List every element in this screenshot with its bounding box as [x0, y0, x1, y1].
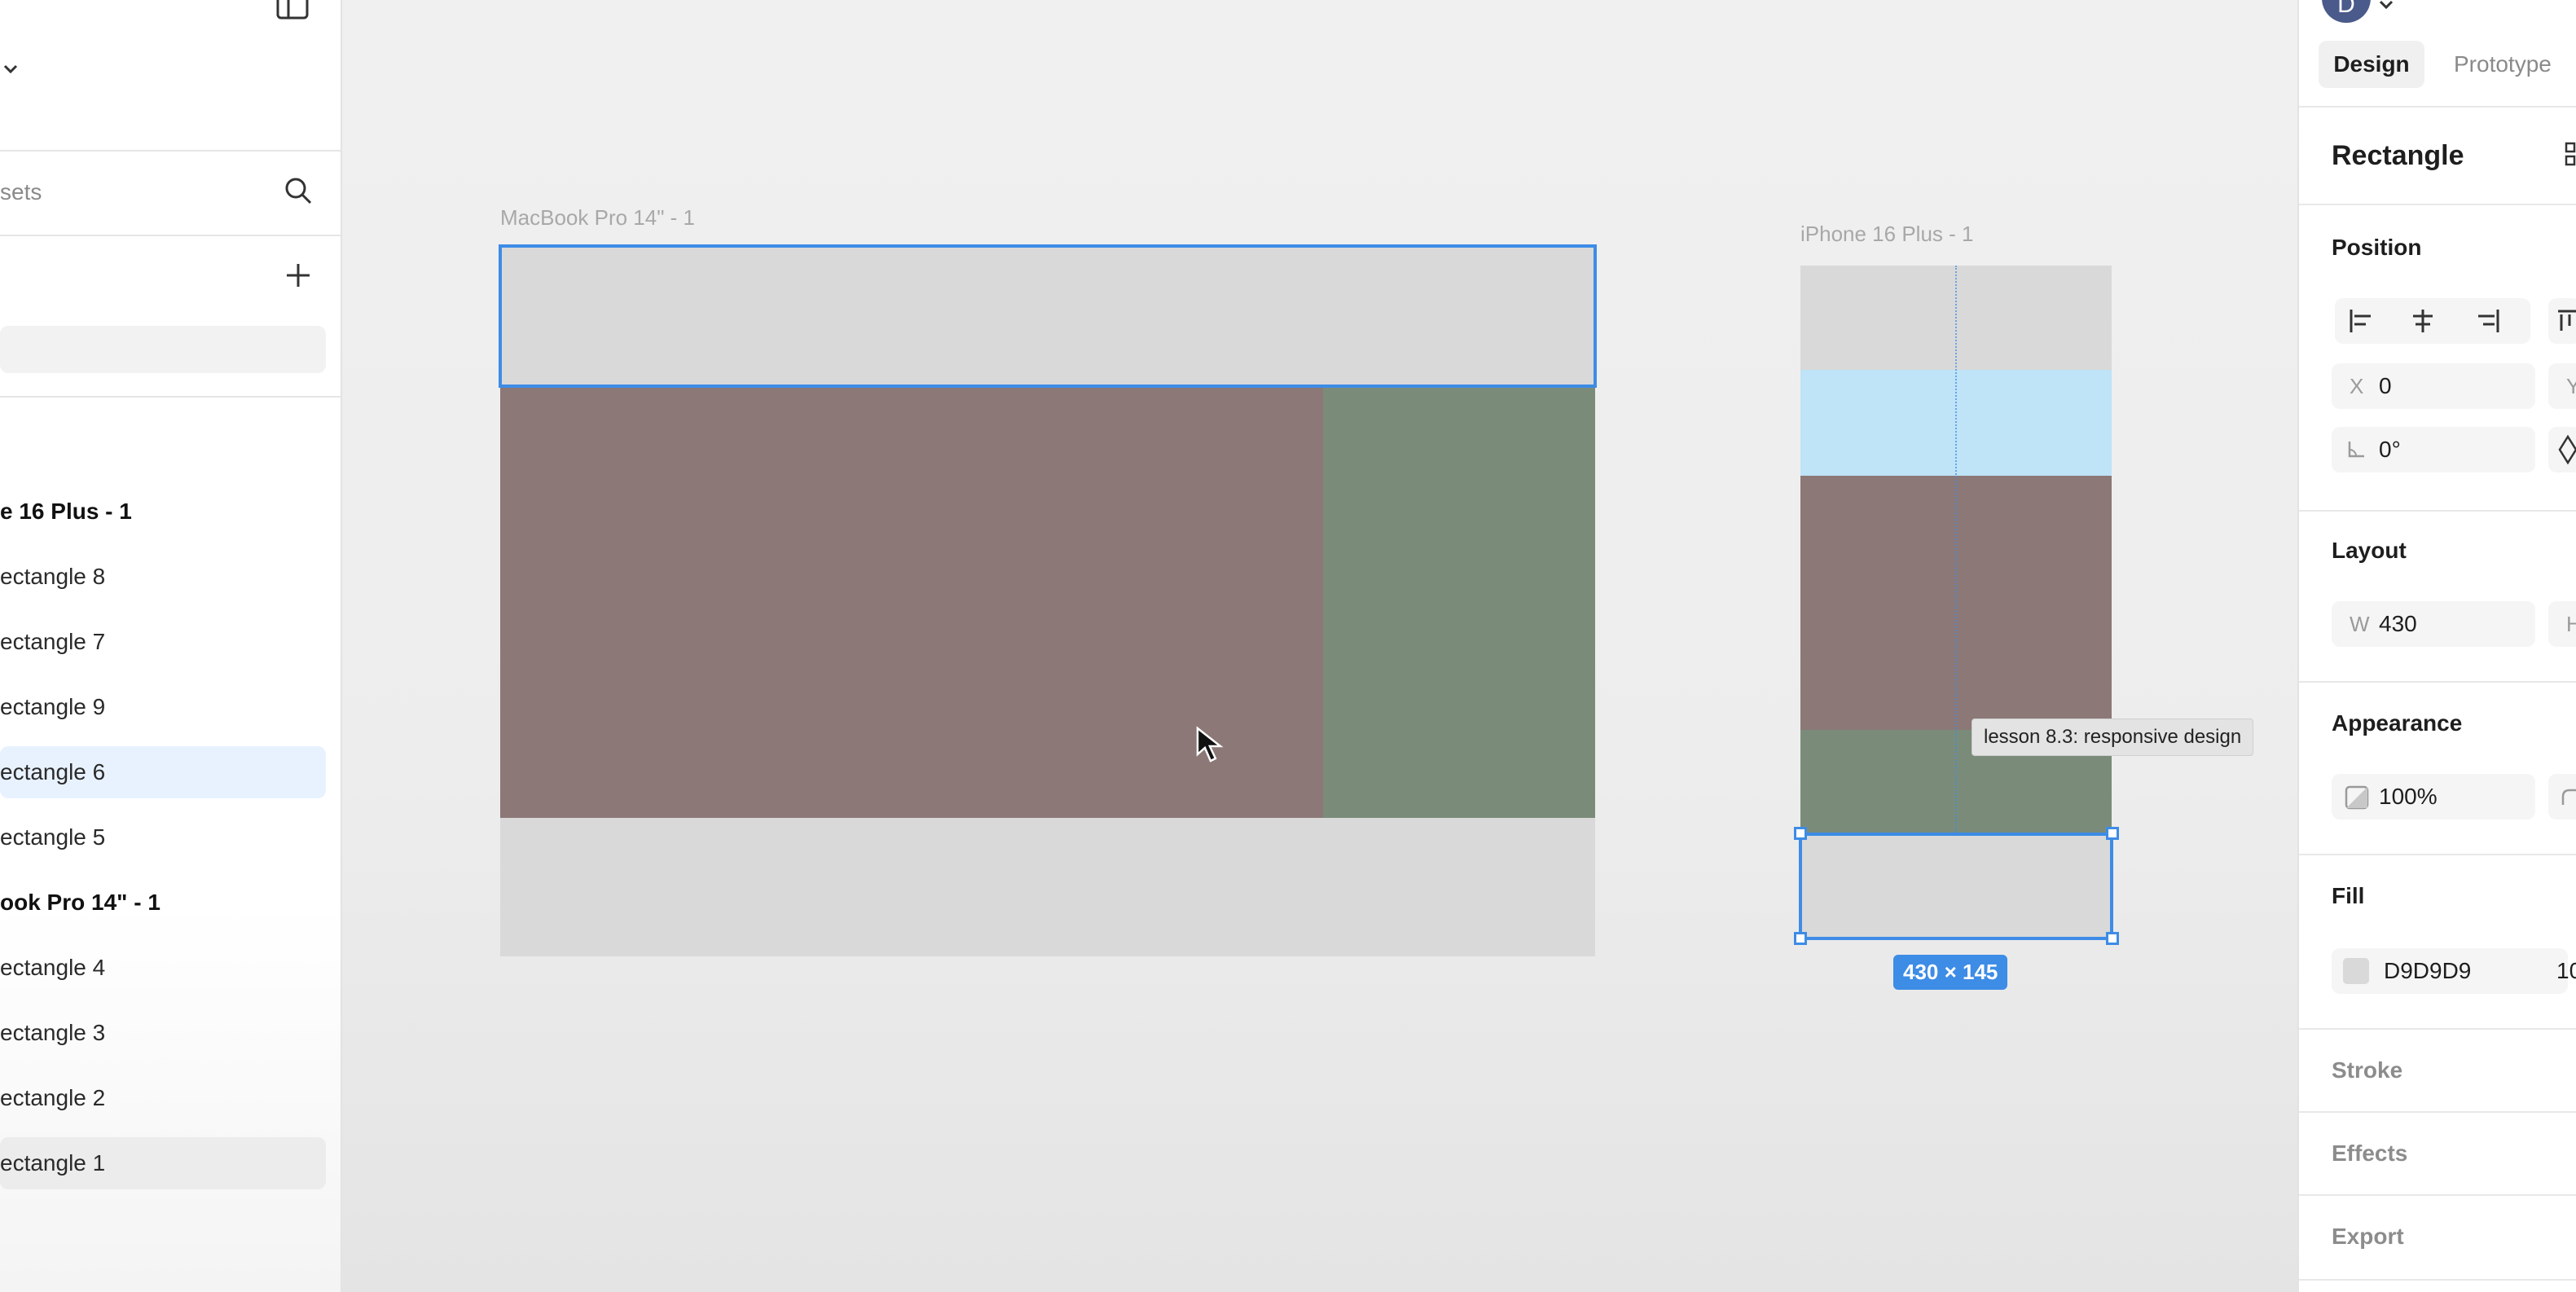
sidebar-divider [0, 396, 341, 398]
alignment-controls[interactable] [2335, 298, 2530, 344]
layer-label: ectangle 8 [0, 564, 106, 589]
y-label: Y [2566, 363, 2576, 409]
panel-divider [2299, 510, 2576, 512]
macbook-frame-label[interactable]: MacBook Pro 14" - 1 [500, 205, 695, 231]
layer-label: ectangle 4 [0, 955, 106, 980]
plus-icon[interactable] [284, 261, 313, 290]
selection-outline[interactable] [1799, 833, 2113, 940]
layer-macbook-frame[interactable]: ook Pro 14" - 1 [0, 877, 326, 929]
flip-icon[interactable] [2548, 427, 2576, 472]
panel-divider [2299, 681, 2576, 683]
resize-handle-top-right[interactable] [2106, 827, 2119, 840]
selection-size-badge: 430 × 145 [1893, 955, 2008, 990]
chevron-down-icon[interactable] [2377, 0, 2395, 13]
macbook-sidebar-rect[interactable] [1323, 386, 1595, 818]
layer-rectangle-8[interactable]: ectangle 8 [0, 551, 326, 603]
layer-rectangle-4[interactable]: ectangle 4 [0, 942, 326, 994]
layer-rectangle-5[interactable]: ectangle 5 [0, 811, 326, 864]
layer-rectangle-9[interactable]: ectangle 9 [0, 681, 326, 733]
rotation-value: 0° [2379, 437, 2401, 462]
layer-label: ectangle 3 [0, 1020, 106, 1045]
w-value: 430 [2379, 611, 2417, 636]
layer-label: ectangle 7 [0, 629, 106, 654]
component-icon[interactable] [2563, 138, 2576, 171]
chevron-down-icon[interactable] [2, 62, 20, 77]
corner-radius-icon [2561, 789, 2576, 805]
rotation-field[interactable]: 0° [2332, 427, 2535, 472]
panel-divider [2299, 1111, 2576, 1113]
panel-divider [2299, 1194, 2576, 1196]
panel-divider [2299, 1279, 2576, 1281]
design-canvas[interactable]: MacBook Pro 14" - 1 iPhone 16 Plus - 1 4… [342, 0, 2297, 1292]
fill-swatch[interactable] [2343, 958, 2369, 984]
layer-label: ectangle 9 [0, 694, 106, 719]
align-top-icon[interactable] [2548, 298, 2576, 344]
assets-search-label[interactable]: sets [0, 179, 42, 205]
panel-divider [2299, 1028, 2576, 1030]
mouse-cursor-icon [1196, 726, 1224, 762]
fill-hex: D9D9D9 [2384, 958, 2472, 983]
fill-opacity: 10 [2556, 958, 2576, 983]
effects-section[interactable]: Effects [2332, 1140, 2407, 1167]
w-label: W [2350, 612, 2370, 636]
stroke-section[interactable]: Stroke [2332, 1057, 2402, 1083]
export-section[interactable]: Export [2332, 1224, 2404, 1250]
user-avatar[interactable]: D [2322, 0, 2371, 23]
center-guide-line [1955, 266, 1957, 833]
sidebar-divider [0, 235, 341, 236]
x-label: X [2350, 374, 2364, 398]
tab-design[interactable]: Design [2319, 41, 2424, 88]
layer-label: ectangle 1 [0, 1150, 106, 1176]
layout-heading: Layout [2332, 538, 2407, 563]
position-heading: Position [2332, 235, 2422, 260]
panel-divider [2299, 204, 2576, 205]
resize-handle-top-left[interactable] [1794, 827, 1807, 840]
layers-sidebar: sets e 16 Plus - 1 ectangle 8 ectangle 7… [0, 0, 342, 1292]
x-value: 0 [2379, 373, 2392, 398]
y-position-field[interactable]: Y [2548, 363, 2576, 409]
iphone-frame-label[interactable]: iPhone 16 Plus - 1 [1800, 222, 1973, 247]
tab-prototype[interactable]: Prototype [2454, 41, 2552, 88]
fill-heading: Fill [2332, 883, 2365, 908]
layer-rectangle-7[interactable]: ectangle 7 [0, 616, 326, 668]
resize-handle-bottom-right[interactable] [2106, 932, 2119, 945]
layer-rectangle-1[interactable]: ectangle 1 [0, 1137, 326, 1189]
macbook-footer-rect[interactable] [500, 818, 1595, 956]
layer-rectangle-6[interactable]: ectangle 6 [0, 746, 326, 798]
h-label: H [2566, 601, 2576, 647]
resize-handle-bottom-left[interactable] [1794, 932, 1807, 945]
properties-panel: D Design Prototype Rectangle Position X … [2297, 0, 2576, 1292]
selected-element-title: Rectangle [2332, 140, 2464, 171]
height-field[interactable]: H [2548, 601, 2576, 647]
layer-label: e 16 Plus - 1 [0, 499, 132, 524]
search-icon[interactable] [282, 174, 314, 207]
rotation-icon [2348, 442, 2364, 458]
appearance-heading: Appearance [2332, 710, 2463, 736]
layer-label: ectangle 2 [0, 1085, 106, 1110]
video-caption-tooltip: lesson 8.3: responsive design [1972, 719, 2254, 756]
hover-outline [499, 244, 1597, 388]
corner-radius-field[interactable] [2548, 774, 2576, 820]
panel-divider [2299, 106, 2576, 108]
x-position-field[interactable]: X 0 [2332, 363, 2535, 409]
layer-rectangle-3[interactable]: ectangle 3 [0, 1007, 326, 1059]
layer-label: ook Pro 14" - 1 [0, 890, 160, 915]
fill-color-field[interactable]: D9D9D9 10 [2332, 948, 2576, 994]
layer-iphone-frame[interactable]: e 16 Plus - 1 [0, 486, 326, 538]
sidebar-divider [0, 150, 341, 152]
layer-rectangle-2[interactable]: ectangle 2 [0, 1072, 326, 1124]
current-page-row[interactable] [0, 326, 326, 373]
panel-divider [2299, 854, 2576, 855]
opacity-icon [2345, 785, 2369, 810]
opacity-field[interactable]: 100% [2332, 774, 2535, 820]
layer-label: ectangle 6 [0, 759, 106, 784]
opacity-value: 100% [2379, 784, 2438, 809]
layer-label: ectangle 5 [0, 824, 106, 850]
panel-toggle-icon[interactable] [275, 0, 311, 23]
width-field[interactable]: W 430 [2332, 601, 2535, 647]
